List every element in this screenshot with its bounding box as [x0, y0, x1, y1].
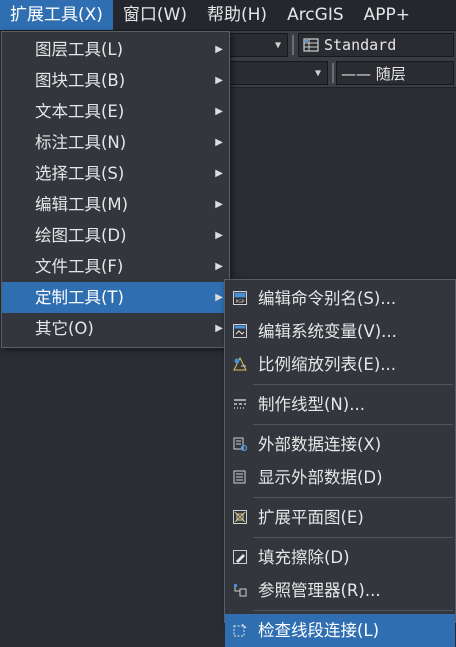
submenu-item-label: 参照管理器(R)... — [258, 581, 381, 600]
menu-item-dimension-tools[interactable]: 标注工具(N) ▶ — [2, 127, 229, 158]
linetype-dropdown[interactable]: ▼ — [228, 61, 328, 85]
text-style-dropdown-left[interactable]: ▼ — [228, 33, 288, 57]
menu-item-block-tools[interactable]: 图块工具(B) ▶ — [2, 65, 229, 96]
menu-item-file-tools[interactable]: 文件工具(F) ▶ — [2, 251, 229, 282]
menu-item-label: 定制工具(T) — [35, 288, 124, 307]
menu-item-label: 编辑工具(M) — [35, 195, 129, 214]
toolbar-grip — [292, 35, 294, 55]
properties-toolbar: ▼ Standard ▼ —— 随层 — [228, 31, 456, 88]
customize-tools-submenu: PGP 编辑命令别名(S)... 编辑系统变量(V)... 比例缩放列表(E).… — [224, 279, 456, 647]
submenu-item-label: 填充擦除(D) — [258, 548, 350, 567]
layer-linetype-combo[interactable]: —— 随层 — [336, 61, 454, 85]
dim-style-combo[interactable]: Standard — [298, 33, 454, 57]
submenu-item-label: 编辑系统变量(V)... — [258, 322, 397, 341]
menu-item-label: 选择工具(S) — [35, 164, 125, 183]
chevron-right-icon: ▶ — [215, 230, 223, 241]
chevron-right-icon: ▶ — [215, 75, 223, 86]
chevron-right-icon: ▶ — [215, 292, 223, 303]
submenu-item-label: 制作线型(N)... — [258, 395, 365, 414]
reference-manager-icon — [233, 583, 247, 597]
menu-item-label: 文件工具(F) — [35, 257, 124, 276]
submenu-item-label: 编辑命令别名(S)... — [258, 289, 397, 308]
submenu-item-reference-manager[interactable]: 参照管理器(R)... — [225, 574, 455, 607]
linetype-icon — [233, 397, 247, 411]
menu-separator — [253, 537, 453, 538]
submenu-item-check-segment-connection[interactable]: 检查线段连接(L) — [225, 614, 455, 647]
pgp-file-icon: PGP — [233, 291, 247, 305]
variables-icon — [233, 324, 247, 338]
menu-item-edit-tools[interactable]: 编辑工具(M) ▶ — [2, 189, 229, 220]
chevron-right-icon: ▶ — [215, 168, 223, 179]
menu-item-layer-tools[interactable]: 图层工具(L) ▶ — [2, 34, 229, 65]
layer-linetype-value: —— 随层 — [341, 64, 406, 83]
menu-separator — [253, 424, 453, 425]
menu-item-label: 图块工具(B) — [35, 71, 126, 90]
menu-item-customize-tools[interactable]: 定制工具(T) ▶ — [2, 282, 229, 313]
extend-tools-menu: 图层工具(L) ▶ 图块工具(B) ▶ 文本工具(E) ▶ 标注工具(N) ▶ 选择工具… — [1, 31, 230, 348]
expand-plan-icon — [233, 510, 247, 524]
chevron-right-icon: ▶ — [215, 44, 223, 55]
dim-style-value: Standard — [324, 36, 397, 54]
scale-list-icon — [233, 357, 247, 371]
menu-arcgis[interactable]: ArcGIS — [277, 0, 354, 30]
submenu-item-label: 扩展平面图(E) — [258, 508, 364, 527]
menu-window[interactable]: 窗口(W) — [113, 0, 197, 30]
submenu-item-show-external-data[interactable]: 显示外部数据(D) — [225, 461, 455, 494]
table-style-icon — [303, 38, 319, 52]
data-link-icon — [233, 437, 247, 451]
menu-item-label: 绘图工具(D) — [35, 226, 127, 245]
submenu-item-label: 检查线段连接(L) — [258, 621, 380, 640]
chevron-right-icon: ▶ — [215, 323, 223, 334]
submenu-item-edit-system-variables[interactable]: 编辑系统变量(V)... — [225, 315, 455, 348]
menu-app-plus[interactable]: APP+ — [354, 0, 420, 30]
check-segment-icon — [233, 623, 247, 637]
menu-item-other[interactable]: 其它(O) ▶ — [2, 313, 229, 344]
submenu-item-edit-command-alias[interactable]: PGP 编辑命令别名(S)... — [225, 282, 455, 315]
menu-separator — [253, 610, 453, 611]
menu-separator — [253, 384, 453, 385]
submenu-item-scale-list[interactable]: 比例缩放列表(E)... — [225, 348, 455, 381]
show-data-icon — [233, 470, 247, 484]
hatch-erase-icon — [233, 550, 247, 564]
menu-item-draw-tools[interactable]: 绘图工具(D) ▶ — [2, 220, 229, 251]
submenu-item-expand-plan[interactable]: 扩展平面图(E) — [225, 501, 455, 534]
chevron-right-icon: ▶ — [215, 199, 223, 210]
menu-item-select-tools[interactable]: 选择工具(S) ▶ — [2, 158, 229, 189]
menu-item-label: 文本工具(E) — [35, 102, 125, 121]
menu-help[interactable]: 帮助(H) — [197, 0, 277, 30]
chevron-down-icon: ▼ — [314, 67, 321, 79]
submenu-item-hatch-erase[interactable]: 填充擦除(D) — [225, 541, 455, 574]
menu-separator — [253, 497, 453, 498]
toolbar-grip — [332, 63, 334, 83]
menu-item-label: 标注工具(N) — [35, 133, 127, 152]
submenu-item-label: 显示外部数据(D) — [258, 468, 383, 487]
chevron-right-icon: ▶ — [215, 261, 223, 272]
menu-item-text-tools[interactable]: 文本工具(E) ▶ — [2, 96, 229, 127]
menu-item-label: 图层工具(L) — [35, 40, 124, 59]
menu-item-label: 其它(O) — [35, 319, 94, 338]
menu-extend-tools[interactable]: 扩展工具(X) — [0, 0, 113, 30]
menu-bar: 扩展工具(X) 窗口(W) 帮助(H) ArcGIS APP+ — [0, 0, 456, 31]
submenu-item-label: 比例缩放列表(E)... — [258, 355, 397, 374]
chevron-down-icon: ▼ — [274, 39, 281, 51]
submenu-item-label: 外部数据连接(X) — [258, 435, 382, 454]
submenu-item-make-linetype[interactable]: 制作线型(N)... — [225, 388, 455, 421]
svg-text:PGP: PGP — [236, 299, 245, 305]
chevron-right-icon: ▶ — [215, 106, 223, 117]
chevron-right-icon: ▶ — [215, 137, 223, 148]
submenu-item-external-data-link[interactable]: 外部数据连接(X) — [225, 428, 455, 461]
